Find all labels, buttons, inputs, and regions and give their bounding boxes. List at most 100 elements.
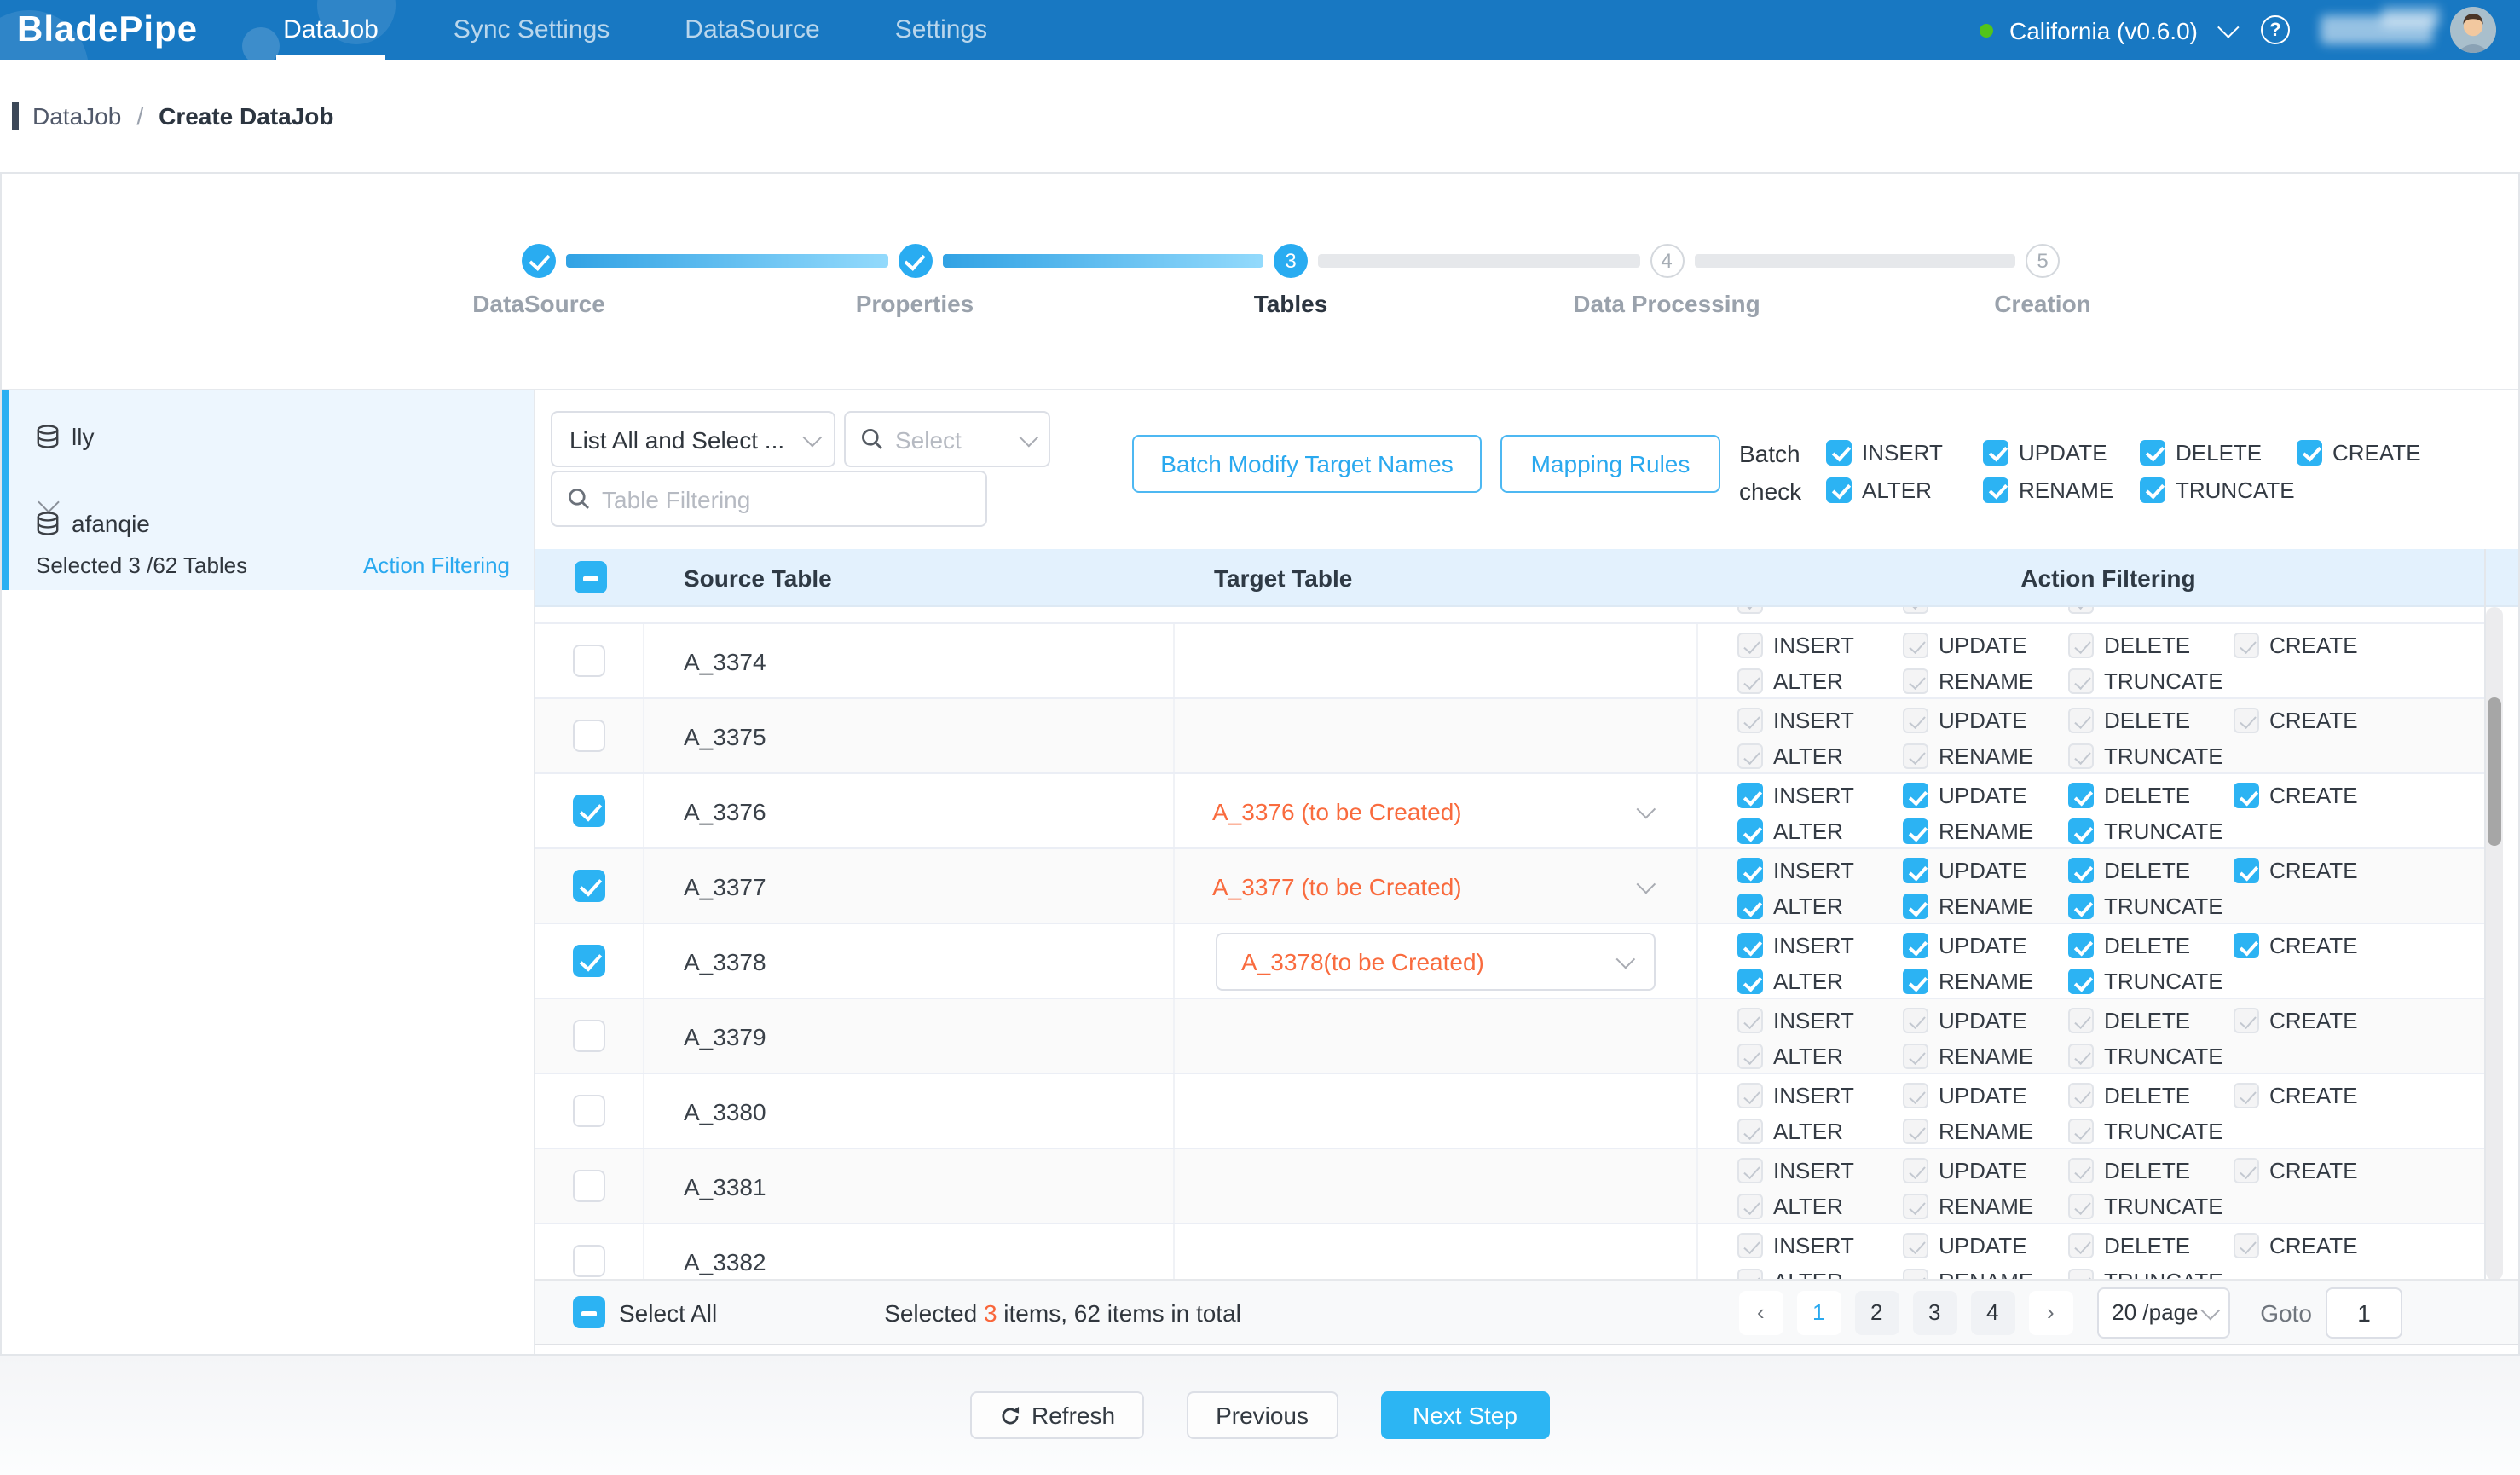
nav-item-sync-settings[interactable]: Sync Settings bbox=[447, 0, 616, 60]
target-table-name[interactable]: A_3376 (to be Created) bbox=[1212, 797, 1462, 824]
chevron-down-icon[interactable] bbox=[1637, 874, 1656, 894]
batch-action-checkbox[interactable] bbox=[1826, 477, 1852, 502]
breadcrumb-parent[interactable]: DataJob bbox=[32, 102, 121, 130]
vertical-scrollbar[interactable] bbox=[2486, 607, 2503, 1281]
row-action-truncate: TRUNCATE bbox=[2068, 813, 2234, 849]
prev-page-button[interactable]: ‹ bbox=[1738, 1290, 1783, 1334]
table-filter-input[interactable]: Table Filtering bbox=[551, 471, 987, 527]
sidebar-selected-pair[interactable]: lly afanqie Selected 3 /62 Tables Acti bbox=[2, 390, 534, 590]
row-action-update: UPDATE bbox=[1903, 1003, 2068, 1038]
row-select-checkbox[interactable] bbox=[573, 720, 605, 752]
action-checkbox[interactable] bbox=[2068, 933, 2094, 958]
mapping-rules-button[interactable]: Mapping Rules bbox=[1500, 435, 1720, 493]
action-checkbox bbox=[2068, 1194, 2094, 1219]
action-grid: INSERTUPDATEDELETECREATEALTERRENAMETRUNC… bbox=[1737, 776, 2484, 849]
action-checkbox[interactable] bbox=[2068, 818, 2094, 844]
refresh-button[interactable]: Refresh bbox=[970, 1391, 1144, 1439]
target-table-name[interactable]: A_3377 (to be Created) bbox=[1212, 872, 1462, 899]
row-select-checkbox[interactable] bbox=[573, 1020, 605, 1052]
action-checkbox[interactable] bbox=[1903, 783, 1928, 808]
action-checkbox[interactable] bbox=[2068, 783, 2094, 808]
action-checkbox[interactable] bbox=[2234, 858, 2259, 883]
action-checkbox[interactable] bbox=[1903, 818, 1928, 844]
next-page-button[interactable]: › bbox=[2028, 1290, 2072, 1334]
scrollbar-thumb[interactable] bbox=[2488, 697, 2501, 846]
goto-page-input[interactable] bbox=[2326, 1287, 2402, 1338]
select-all-header-checkbox[interactable] bbox=[574, 561, 606, 593]
next-step-button[interactable]: Next Step bbox=[1380, 1391, 1550, 1439]
action-checkbox[interactable] bbox=[2234, 783, 2259, 808]
brand-logo: BladePipe bbox=[17, 9, 198, 50]
batch-action-checkbox[interactable] bbox=[2297, 439, 2322, 465]
help-icon[interactable]: ? bbox=[2261, 15, 2290, 44]
list-mode-select[interactable]: List All and Select ... bbox=[551, 411, 835, 467]
per-page-select[interactable]: 20 /page bbox=[2096, 1287, 2229, 1338]
action-checkbox[interactable] bbox=[2068, 858, 2094, 883]
row-select-checkbox[interactable] bbox=[573, 1095, 605, 1127]
action-filtering-link[interactable]: Action Filtering bbox=[363, 552, 510, 577]
row-select-checkbox[interactable] bbox=[573, 945, 605, 977]
chevron-down-icon[interactable] bbox=[1616, 949, 1636, 969]
previous-button[interactable]: Previous bbox=[1187, 1391, 1338, 1439]
target-table-name[interactable]: A_3378(to be Created) bbox=[1241, 947, 1484, 975]
row-action-update: UPDATE bbox=[1903, 1078, 2068, 1113]
table-row: A_3375INSERTUPDATEDELETECREATEALTERRENAM… bbox=[535, 697, 2484, 772]
target-table-select-box[interactable]: A_3378(to be Created) bbox=[1216, 932, 1656, 990]
action-label: TRUNCATE bbox=[2104, 818, 2223, 844]
action-label: TRUNCATE bbox=[2104, 969, 2223, 994]
action-label: ALTER bbox=[1773, 668, 1843, 694]
per-page-value: 20 /page bbox=[2112, 1299, 2198, 1325]
nav-item-datasource[interactable]: DataSource bbox=[678, 0, 826, 60]
action-checkbox[interactable] bbox=[2234, 933, 2259, 958]
source-table-cell: A_3375 bbox=[644, 699, 1175, 772]
batch-action-checkbox[interactable] bbox=[1826, 439, 1852, 465]
target-table-cell bbox=[1175, 699, 1698, 772]
action-checkbox[interactable] bbox=[1903, 894, 1928, 919]
action-label: RENAME bbox=[1939, 969, 2033, 994]
step-label: Properties bbox=[856, 290, 974, 317]
page-button-2[interactable]: 2 bbox=[1854, 1290, 1899, 1334]
row-action-create: CREATE bbox=[2234, 628, 2399, 663]
refresh-label: Refresh bbox=[1032, 1402, 1115, 1429]
chevron-down-icon[interactable] bbox=[2217, 16, 2239, 38]
select-all-checkbox[interactable] bbox=[573, 1296, 605, 1328]
action-checkbox bbox=[2068, 708, 2094, 733]
action-checkbox[interactable] bbox=[1737, 783, 1763, 808]
action-checkbox[interactable] bbox=[1903, 858, 1928, 883]
action-checkbox[interactable] bbox=[1903, 969, 1928, 994]
row-select-checkbox[interactable] bbox=[573, 870, 605, 902]
action-label: DELETE bbox=[2104, 1008, 2190, 1033]
action-checkbox[interactable] bbox=[2068, 969, 2094, 994]
action-checkbox[interactable] bbox=[1737, 933, 1763, 958]
page-button-4[interactable]: 4 bbox=[1970, 1290, 2014, 1334]
row-action-insert: INSERT bbox=[1737, 628, 1903, 663]
chevron-down-icon[interactable] bbox=[1637, 799, 1656, 818]
row-select-checkbox[interactable] bbox=[573, 1170, 605, 1202]
region-selector[interactable]: California (v0.6.0) bbox=[2009, 16, 2198, 43]
page-button-1[interactable]: 1 bbox=[1796, 1290, 1841, 1334]
batch-action-checkbox[interactable] bbox=[1983, 439, 2008, 465]
table-select-dropdown[interactable]: Select bbox=[844, 411, 1050, 467]
batch-action-checkbox[interactable] bbox=[2140, 477, 2165, 502]
nav-item-settings[interactable]: Settings bbox=[888, 0, 994, 60]
row-select-checkbox[interactable] bbox=[573, 645, 605, 677]
action-checkbox[interactable] bbox=[1737, 969, 1763, 994]
row-action-update: UPDATE bbox=[1903, 703, 2068, 738]
decorative-bubble bbox=[242, 27, 280, 60]
action-checkbox[interactable] bbox=[1737, 818, 1763, 844]
batch-action-label: ALTER bbox=[1862, 477, 1932, 502]
action-checkbox[interactable] bbox=[1737, 894, 1763, 919]
action-label: CREATE bbox=[2269, 1083, 2358, 1108]
batch-action-checkbox[interactable] bbox=[1983, 477, 2008, 502]
nav-item-datajob[interactable]: DataJob bbox=[276, 0, 385, 60]
source-table-name: A_3376 bbox=[684, 797, 766, 824]
batch-action-checkbox[interactable] bbox=[2140, 439, 2165, 465]
page-button-3[interactable]: 3 bbox=[1912, 1290, 1956, 1334]
batch-modify-target-names-button[interactable]: Batch Modify Target Names bbox=[1132, 435, 1482, 493]
row-select-checkbox[interactable] bbox=[573, 795, 605, 827]
avatar[interactable] bbox=[2450, 7, 2496, 53]
action-checkbox[interactable] bbox=[1903, 933, 1928, 958]
action-checkbox[interactable] bbox=[1737, 858, 1763, 883]
row-select-checkbox[interactable] bbox=[573, 1245, 605, 1277]
action-checkbox[interactable] bbox=[2068, 894, 2094, 919]
